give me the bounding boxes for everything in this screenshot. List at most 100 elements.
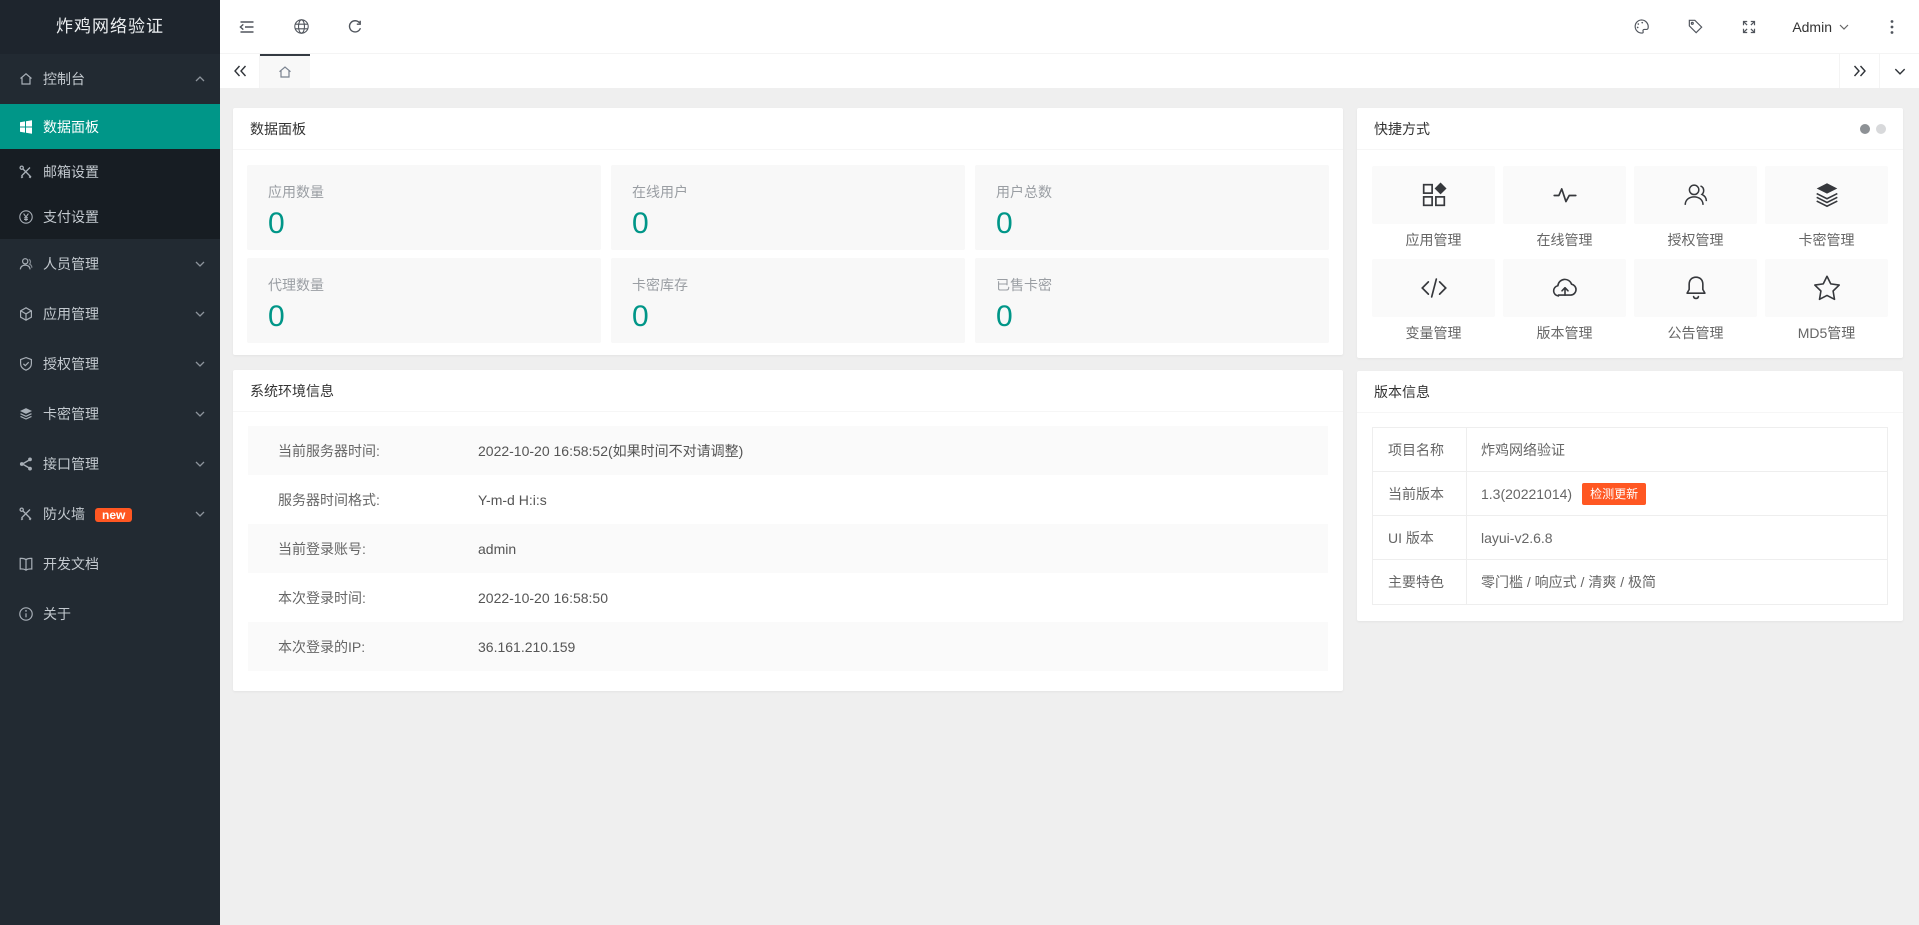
home-icon (277, 64, 293, 80)
panel-title-row: 快捷方式 (1357, 108, 1903, 150)
scroll-tabs-left-button[interactable] (220, 54, 260, 88)
stat-value: 0 (632, 300, 965, 334)
panel-title: 系统环境信息 (233, 370, 1343, 412)
shortcut-announcement-management[interactable]: 公告管理 (1634, 259, 1757, 346)
pulse-icon (1503, 166, 1626, 224)
sidebar-item-email-settings[interactable]: 邮箱设置 (0, 149, 220, 194)
sidebar-item-personnel[interactable]: 人员管理 (0, 239, 220, 289)
sidebar-item-firewall[interactable]: 防火墙new (0, 489, 220, 539)
row-label: UI 版本 (1373, 516, 1467, 559)
shortcut-variable-management[interactable]: 变量管理 (1372, 259, 1495, 346)
system-row-time-format: 服务器时间格式: Y-m-d H:i:s (248, 475, 1328, 524)
sidebar-item-applications[interactable]: 应用管理 (0, 289, 220, 339)
shortcut-label: 应用管理 (1372, 227, 1495, 253)
sidebar-item-label: 数据面板 (43, 117, 220, 137)
sidebar-item-label: 卡密管理 (43, 404, 195, 424)
sidebar-item-interfaces[interactable]: 接口管理 (0, 439, 220, 489)
stat-value: 0 (996, 207, 1329, 241)
scroll-tabs-right-button[interactable] (1839, 54, 1879, 88)
cube-icon (18, 306, 34, 322)
shortcut-label: MD5管理 (1765, 320, 1888, 346)
shortcut-label: 授权管理 (1634, 227, 1757, 253)
chevron-up-icon (195, 76, 205, 82)
check-update-button[interactable]: 检测更新 (1582, 483, 1646, 505)
sidebar-item-label: 应用管理 (43, 304, 195, 324)
console-submenu: 数据面板 邮箱设置 支付设置 (0, 104, 220, 239)
stat-label: 代理数量 (268, 275, 601, 295)
row-label: 本次登录的IP: (278, 637, 478, 657)
sidebar-item-label: 开发文档 (43, 554, 220, 574)
shortcut-label: 版本管理 (1503, 320, 1626, 346)
chevron-down-icon (195, 461, 205, 467)
chevron-down-icon (195, 511, 205, 517)
sidebar-item-about[interactable]: 关于 (0, 589, 220, 639)
sidebar-item-card-keys[interactable]: 卡密管理 (0, 389, 220, 439)
home-icon (18, 71, 34, 87)
sidebar-item-payment-settings[interactable]: 支付设置 (0, 194, 220, 239)
row-label: 服务器时间格式: (278, 490, 478, 510)
theme-button[interactable] (1614, 0, 1668, 53)
sidebar-item-label: 防火墙new (43, 504, 195, 524)
palette-icon (1633, 18, 1650, 35)
version-row-current-version: 当前版本 1.3(20221014) 检测更新 (1373, 472, 1887, 516)
sidebar-item-label: 授权管理 (43, 354, 195, 374)
shortcut-md5-management[interactable]: MD5管理 (1765, 259, 1888, 346)
row-label: 当前服务器时间: (278, 441, 478, 461)
version-row-ui-version: UI 版本 layui-v2.6.8 (1373, 516, 1887, 560)
row-value: Y-m-d H:i:s (478, 492, 547, 508)
yen-circle-icon (18, 209, 34, 225)
sidebar-item-dev-docs[interactable]: 开发文档 (0, 539, 220, 589)
version-info-panel: 版本信息 项目名称 炸鸡网络验证 当前版本 1.3(20221014) 检测更新… (1357, 371, 1903, 621)
sidebar-item-label: 人员管理 (43, 254, 195, 274)
shortcut-card-key-management[interactable]: 卡密管理 (1765, 166, 1888, 253)
star-icon (1765, 259, 1888, 317)
tools-icon (18, 506, 34, 522)
bell-icon (1634, 259, 1757, 317)
chevron-down-icon (1839, 24, 1849, 30)
system-row-login-ip: 本次登录的IP: 36.161.210.159 (248, 622, 1328, 671)
tag-button[interactable] (1668, 0, 1722, 53)
tab-spacer (310, 54, 1839, 88)
shortcut-app-management[interactable]: 应用管理 (1372, 166, 1495, 253)
shortcut-version-management[interactable]: 版本管理 (1503, 259, 1626, 346)
shortcut-authorization-management[interactable]: 授权管理 (1634, 166, 1757, 253)
row-label: 项目名称 (1373, 428, 1467, 471)
tab-bar (220, 54, 1919, 88)
refresh-button[interactable] (328, 0, 382, 53)
user-menu[interactable]: Admin (1776, 0, 1865, 53)
chevron-down-icon (195, 311, 205, 317)
stat-value: 0 (632, 207, 965, 241)
row-label: 当前登录账号: (278, 539, 478, 559)
vertical-dots-icon (1890, 19, 1894, 35)
sidebar-item-label: 邮箱设置 (43, 162, 220, 182)
stat-value: 0 (268, 300, 601, 334)
tab-options-button[interactable] (1879, 54, 1919, 88)
stat-card-total-users: 用户总数 0 (975, 165, 1329, 250)
stat-label: 用户总数 (996, 182, 1329, 202)
sidebar-item-data-panel[interactable]: 数据面板 (0, 104, 220, 149)
shortcut-label: 在线管理 (1503, 227, 1626, 253)
tab-home[interactable] (260, 54, 310, 88)
main-content: 数据面板 应用数量 0 在线用户 0 用户总数 0 代理数量 0 (220, 88, 1919, 925)
stat-card-online-users: 在线用户 0 (611, 165, 965, 250)
stat-card-card-stock: 卡密库存 0 (611, 258, 965, 343)
carousel-dot-active[interactable] (1860, 124, 1870, 134)
carousel-dot[interactable] (1876, 124, 1886, 134)
sidebar-item-console[interactable]: 控制台 (0, 54, 220, 104)
fullscreen-button[interactable] (1722, 0, 1776, 53)
system-rows: 当前服务器时间: 2022-10-20 16:58:52(如果时间不对请调整) … (233, 412, 1343, 691)
collapse-sidebar-button[interactable] (220, 0, 274, 53)
row-label: 主要特色 (1373, 560, 1467, 604)
info-icon (18, 606, 34, 622)
row-value: 36.161.210.159 (478, 639, 575, 655)
shortcut-label: 变量管理 (1372, 320, 1495, 346)
sidebar-item-authorization[interactable]: 授权管理 (0, 339, 220, 389)
stat-value: 0 (996, 300, 1329, 334)
more-menu-button[interactable] (1865, 0, 1919, 53)
system-row-server-time: 当前服务器时间: 2022-10-20 16:58:52(如果时间不对请调整) (248, 426, 1328, 475)
globe-button[interactable] (274, 0, 328, 53)
shortcut-online-management[interactable]: 在线管理 (1503, 166, 1626, 253)
data-panel: 数据面板 应用数量 0 在线用户 0 用户总数 0 代理数量 0 (233, 108, 1343, 355)
user-name: Admin (1792, 19, 1832, 35)
stats-grid: 应用数量 0 在线用户 0 用户总数 0 代理数量 0 卡密库存 0 (233, 150, 1343, 355)
